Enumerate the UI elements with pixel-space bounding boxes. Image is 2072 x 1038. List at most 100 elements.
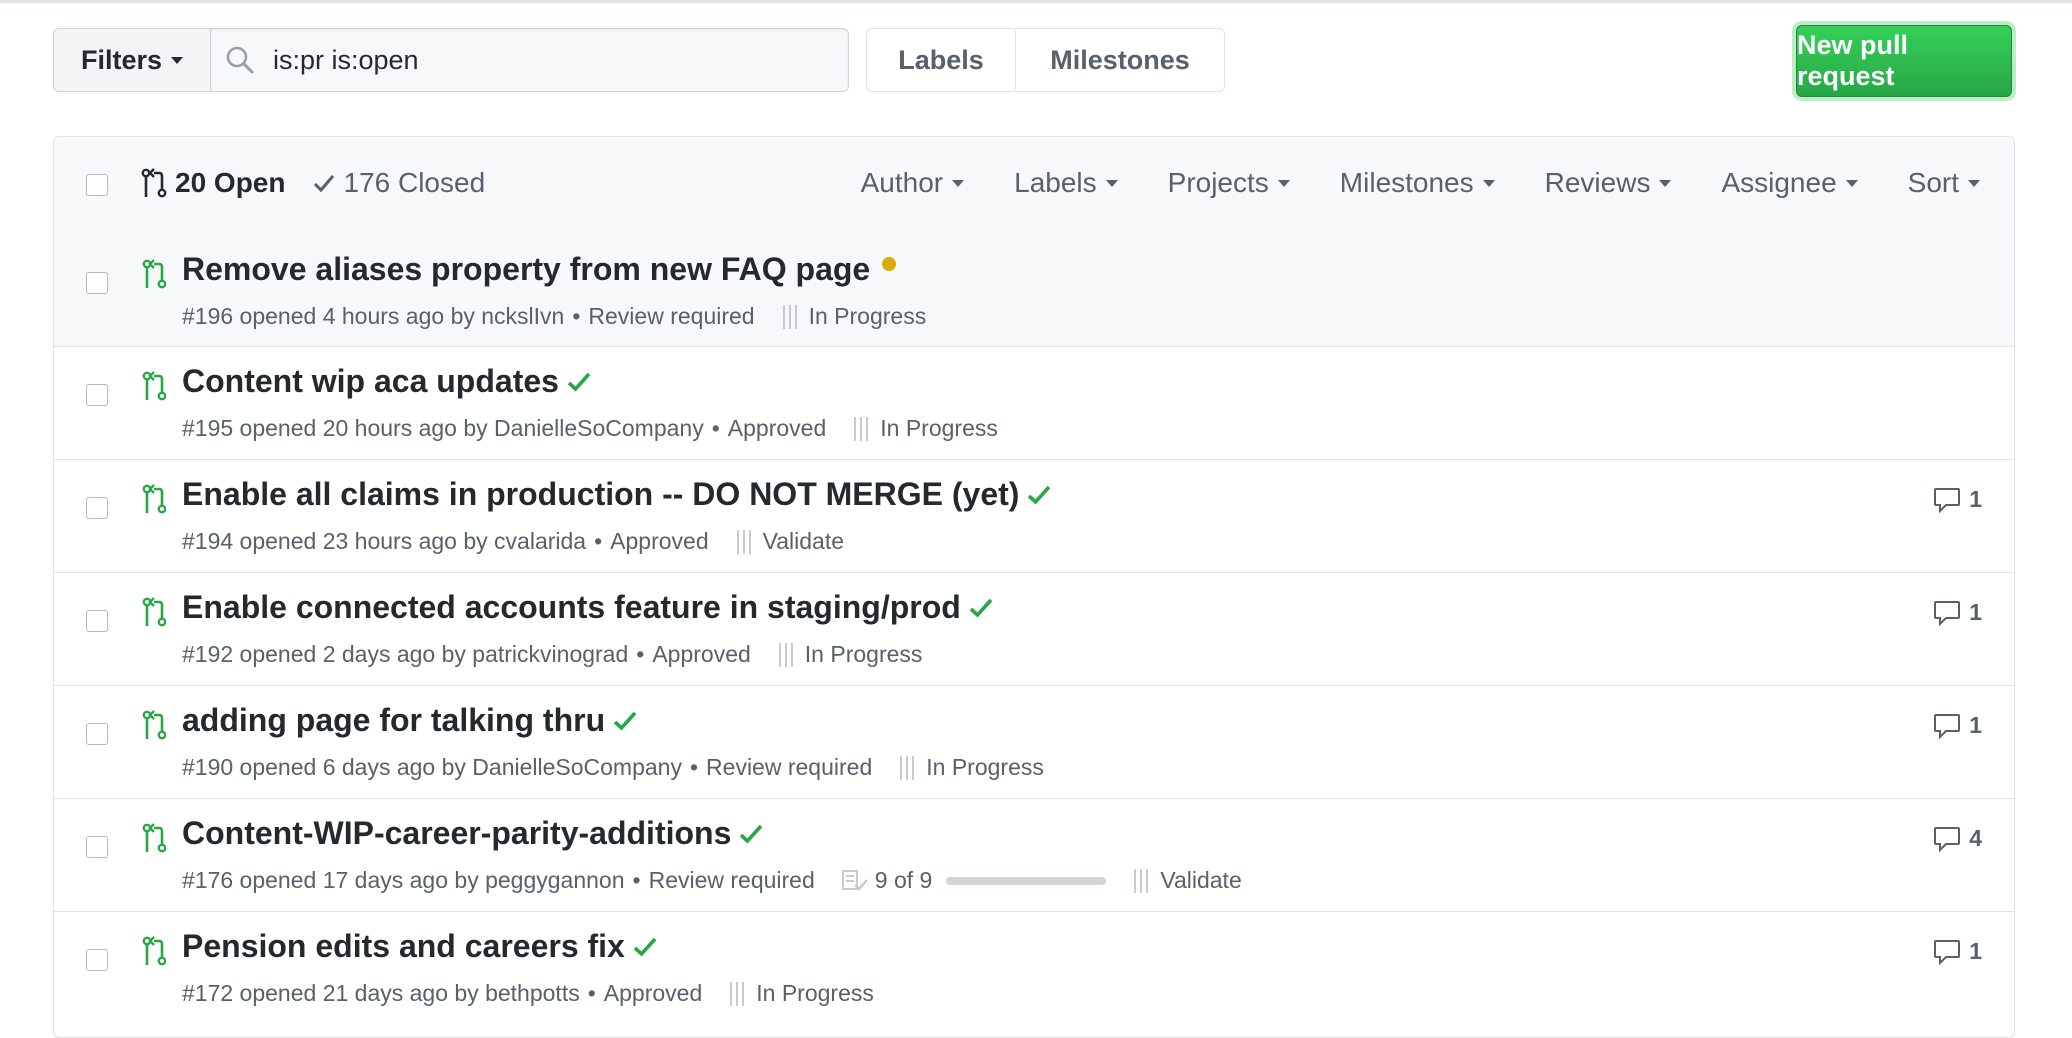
- pr-title-link[interactable]: Pension edits and careers fix: [182, 928, 625, 965]
- project-icon: [778, 642, 797, 667]
- top-divider: [0, 0, 2072, 3]
- open-tab[interactable]: 20 Open: [141, 167, 285, 199]
- status-success[interactable]: [613, 710, 637, 732]
- comment-count: 1: [1969, 712, 1982, 738]
- project-column[interactable]: In Progress: [854, 415, 998, 442]
- caret-down-icon: [1659, 179, 1672, 187]
- pr-title-link[interactable]: Content wip aca updates: [182, 363, 559, 400]
- new-pull-request-button[interactable]: New pull request: [1796, 25, 2012, 97]
- pr-state-icon: [142, 597, 167, 632]
- title-line: Enable connected accounts feature in sta…: [182, 589, 993, 626]
- author-filter[interactable]: Author: [861, 167, 965, 199]
- review-status[interactable]: Approved: [604, 980, 702, 1007]
- pull-request-icon: [141, 168, 167, 198]
- review-status[interactable]: Approved: [652, 641, 750, 668]
- project-icon: [782, 304, 801, 329]
- review-status[interactable]: Review required: [706, 754, 872, 781]
- pr-title-link[interactable]: Content-WIP-career-parity-additions: [182, 815, 731, 852]
- pr-meta: #172 opened 21 days ago by bethpotts • App…: [182, 980, 874, 1007]
- list-header: 20 Open 176 Closed Author Labels Project…: [54, 137, 2014, 235]
- row-checkbox[interactable]: [86, 949, 108, 971]
- pull-request-row[interactable]: Content-WIP-career-parity-additions #176 …: [54, 798, 2014, 911]
- pr-meta: #194 opened 23 hours ago by cvalarida • Ap…: [182, 528, 844, 555]
- pr-opened-info: #172 opened 21 days ago by bethpotts: [182, 980, 580, 1006]
- milestones-filter[interactable]: Milestones: [1340, 167, 1495, 199]
- project-column-name: Validate: [762, 528, 845, 554]
- status-success[interactable]: [633, 936, 657, 958]
- pr-title-link[interactable]: Enable all claims in production -- DO NO…: [182, 476, 1019, 513]
- filters-button[interactable]: Filters: [53, 28, 211, 92]
- pull-request-row[interactable]: Enable all claims in production -- DO NO…: [54, 459, 2014, 572]
- select-all-checkbox[interactable]: [86, 174, 108, 196]
- review-status[interactable]: Approved: [610, 528, 708, 555]
- labels-filter[interactable]: Labels: [1014, 167, 1118, 199]
- pull-request-row[interactable]: adding page for talking thru #190 opened …: [54, 685, 2014, 798]
- reviews-filter[interactable]: Reviews: [1545, 167, 1672, 199]
- title-line: Pension edits and careers fix: [182, 928, 657, 965]
- meta-separator: •: [572, 303, 581, 329]
- caret-down-icon: [1968, 179, 1980, 187]
- pr-title-link[interactable]: Remove aliases property from new FAQ pag…: [182, 251, 870, 288]
- comment-icon: [1934, 939, 1961, 965]
- pending-status-dot[interactable]: [882, 256, 897, 271]
- project-column[interactable]: In Progress: [782, 303, 926, 330]
- row-checkbox[interactable]: [86, 272, 108, 294]
- caret-down-icon: [1482, 179, 1495, 187]
- status-success[interactable]: [567, 371, 591, 393]
- check-success-icon: [567, 372, 591, 392]
- pull-request-row[interactable]: Pension edits and careers fix #172 opened…: [54, 911, 2014, 1024]
- pr-title-link[interactable]: adding page for talking thru: [182, 702, 605, 739]
- project-column[interactable]: Validate: [736, 528, 845, 555]
- comments-link[interactable]: 1: [1933, 599, 1982, 626]
- status-success[interactable]: [739, 823, 763, 845]
- row-checkbox[interactable]: [86, 723, 108, 745]
- project-icon: [854, 416, 872, 441]
- pull-request-row[interactable]: Content wip aca updates #195 opened 20 ho…: [54, 346, 2014, 459]
- pr-state-icon: [142, 823, 167, 858]
- pull-request-row[interactable]: Remove aliases property from new FAQ pag…: [54, 235, 2014, 346]
- labels-milestones-group: Labels Milestones: [866, 28, 1225, 92]
- check-success-icon: [1028, 485, 1051, 505]
- status-success[interactable]: [1027, 484, 1051, 506]
- issues-toolbar: Filters Labels Milestones New pull reque…: [53, 25, 2012, 97]
- open-pull-request-icon: [142, 936, 167, 966]
- milestones-button[interactable]: Milestones: [1016, 28, 1225, 92]
- comments-link[interactable]: 4: [1933, 825, 1982, 852]
- labels-filter-label: Labels: [1014, 167, 1097, 198]
- row-checkbox[interactable]: [86, 497, 108, 519]
- sort-filter[interactable]: Sort: [1908, 167, 1980, 199]
- projects-filter[interactable]: Projects: [1168, 167, 1290, 199]
- closed-tab[interactable]: 176 Closed: [313, 167, 485, 199]
- search-input[interactable]: [271, 43, 835, 77]
- project-column[interactable]: In Progress: [778, 641, 922, 668]
- project-column[interactable]: In Progress: [730, 980, 874, 1007]
- filters-label: Filters: [80, 44, 163, 75]
- pr-state-icon: [142, 936, 167, 971]
- review-status[interactable]: Review required: [649, 867, 815, 894]
- labels-button[interactable]: Labels: [866, 28, 1016, 92]
- review-status[interactable]: Review required: [588, 303, 754, 330]
- status-success[interactable]: [969, 597, 993, 619]
- comments-link[interactable]: 1: [1933, 486, 1982, 513]
- pr-meta: #190 opened 6 days ago by DanielleSoComp…: [182, 754, 1044, 781]
- pr-opened-info: #190 opened 6 days ago by DanielleSoComp…: [182, 754, 682, 780]
- pr-meta: #192 opened 2 days ago by patrickvinogra…: [182, 641, 922, 668]
- review-status[interactable]: Approved: [728, 415, 826, 442]
- meta-separator: •: [587, 980, 596, 1006]
- assignee-filter[interactable]: Assignee: [1721, 167, 1858, 199]
- pr-title-link[interactable]: Enable connected accounts feature in sta…: [182, 589, 961, 626]
- search-icon: [226, 46, 254, 74]
- state-toggle: 20 Open 176 Closed: [141, 167, 485, 199]
- search-field[interactable]: [211, 28, 849, 92]
- comments-link[interactable]: 1: [1933, 938, 1982, 965]
- row-checkbox[interactable]: [86, 384, 108, 406]
- check-success-icon: [969, 598, 993, 618]
- project-column[interactable]: In Progress: [900, 754, 1044, 781]
- caret-down-icon: [952, 179, 965, 187]
- comments-link[interactable]: 1: [1933, 712, 1982, 739]
- comment-count: 1: [1969, 938, 1982, 964]
- project-column[interactable]: Validate: [1134, 867, 1242, 894]
- row-checkbox[interactable]: [86, 836, 108, 858]
- row-checkbox[interactable]: [86, 610, 108, 632]
- pull-request-row[interactable]: Enable connected accounts feature in sta…: [54, 572, 2014, 685]
